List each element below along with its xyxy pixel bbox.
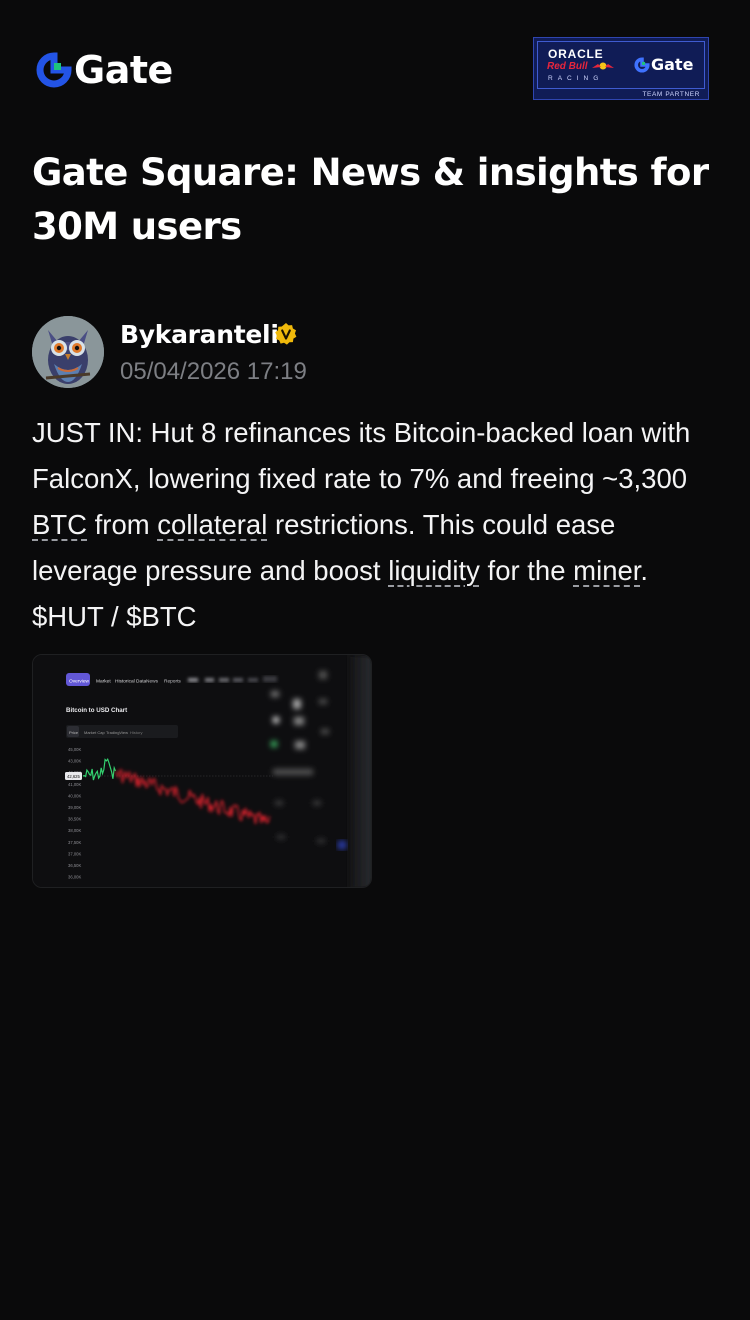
post-text-4: for the [479,555,574,586]
team-partner-text: TEAM PARTNER [642,91,700,98]
y-axis-label: 45,00K [68,747,81,752]
tab-news: News [146,679,159,685]
tab-market: Market [96,679,111,685]
tab-overview: Overview [69,679,90,685]
post-image[interactable]: Overview Market Historical Data News Rep… [32,654,372,888]
y-axis-label: 43,00K [68,759,81,764]
redbull-text: Red Bull [547,61,588,72]
team-partner-badge: ORACLE Red Bull RACING Gate TEAM PARTNER [533,37,709,100]
oracle-text: ORACLE [548,47,604,61]
price-tag: 42,625 [67,774,80,779]
filter-tradingview: TradingView [106,730,128,735]
verified-badge-icon [275,323,297,345]
tab-reports: Reports [164,679,181,685]
tag-miner[interactable]: miner [573,555,640,586]
filter-history: History [130,730,142,735]
filter-market-cap: Market Cap [84,730,105,735]
tag-btc[interactable]: BTC [32,509,87,540]
filter-price: Price [69,730,79,735]
y-axis-label: 39,00K [68,805,81,810]
post-body: JUST IN: Hut 8 refinances its Bitcoin-ba… [32,410,722,640]
y-axis-label: 36,00K [68,875,81,880]
chart-title: Bitcoin to USD Chart [66,707,127,714]
avatar[interactable] [32,316,104,388]
y-axis-label: 37,50K [68,840,81,845]
bitcoin-chart-image: Overview Market Historical Data News Rep… [33,655,371,887]
header: Gate ORACLE Red Bull RACING Gate TEAM PA… [0,0,750,130]
red-bull-logo-icon [592,62,614,70]
badge-frame: ORACLE Red Bull RACING Gate [537,41,705,89]
y-axis-label: 41,00K [68,782,81,787]
gate-logo[interactable]: Gate [36,50,173,90]
post-text-1: JUST IN: Hut 8 refinances its Bitcoin-ba… [32,417,691,494]
gate-mini-logo-icon [634,56,650,73]
tag-liquidity[interactable]: liquidity [388,555,480,586]
y-axis-label: 38,00K [68,828,81,833]
y-axis-label: 37,00K [68,851,81,856]
partner-gate-logo: Gate [634,55,693,74]
y-axis-label: 36,50K [68,863,81,868]
y-axis-label: 40,00K [68,793,81,798]
tag-collateral[interactable]: collateral [157,509,267,540]
partner-gate-text: Gate [651,55,694,74]
post-timestamp: 05/04/2026 17:19 [120,358,307,385]
gate-logo-icon [36,52,72,88]
post-text-2: from [87,509,158,540]
y-axis-label: 38,50K [68,817,81,822]
author-name[interactable]: Bykaranteli [120,320,279,350]
logo-text: Gate [74,48,173,92]
page-title: Gate Square: News & insights for 30M use… [32,151,709,248]
racing-text: RACING [548,75,604,82]
tab-historical: Historical Data [115,679,147,685]
owl-avatar-icon [32,316,104,388]
